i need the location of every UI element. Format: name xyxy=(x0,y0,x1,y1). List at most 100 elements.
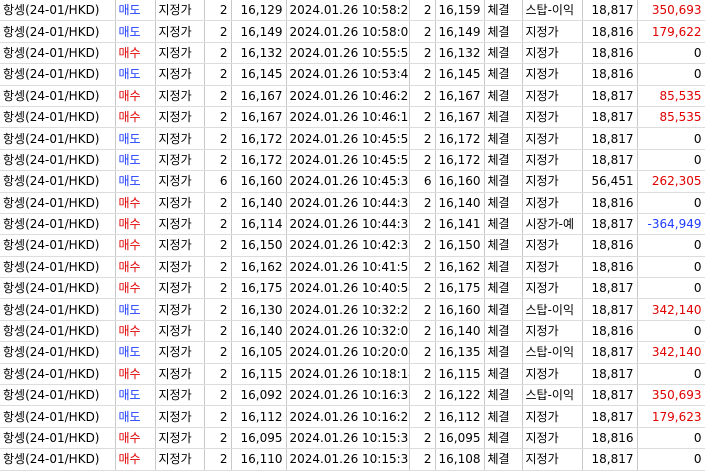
fill-price-cell: 16,160 xyxy=(435,170,485,193)
instrument-cell: 항셍(24-01/HKD) xyxy=(0,234,116,257)
profit-loss-cell: 342,140 xyxy=(637,298,705,321)
margin-cell: 18,817 xyxy=(582,106,638,129)
margin-cell: 18,817 xyxy=(582,277,638,300)
table-row[interactable]: 항셍(24-01/HKD) 매수 지정가 2 16,175 2024.01.26 10:4… xyxy=(0,277,705,300)
table-row[interactable]: 항셍(24-01/HKD) 매도 지정가 2 16,130 2024.01.26 10:3… xyxy=(0,298,705,321)
profit-loss-cell: 0 xyxy=(637,192,705,214)
table-row[interactable]: 항셍(24-01/HKD) 매도 지정가 2 16,129 2024.01.26 10:5… xyxy=(0,0,705,22)
order-price-cell: 16,092 xyxy=(231,384,287,407)
table-row[interactable]: 항셍(24-01/HKD) 매수 지정가 2 16,095 2024.01.26 10:1… xyxy=(0,427,705,450)
order-time-cell: 2024.01.26 10:42:32 xyxy=(286,234,410,257)
order-time-cell: 2024.01.26 10:15:35 xyxy=(286,448,410,471)
condition-cell: 스탑-이익 xyxy=(522,298,583,321)
order-time-cell: 2024.01.26 10:18:14 xyxy=(286,363,410,386)
side-cell: 매수 xyxy=(115,427,156,450)
order-qty-cell: 6 xyxy=(204,170,232,193)
table-row[interactable]: 항셍(24-01/HKD) 매도 지정가 2 16,172 2024.01.26 10:4… xyxy=(0,127,705,150)
condition-cell: 지정가 xyxy=(522,63,583,86)
table-row[interactable]: 항셍(24-01/HKD) 매수 지정가 2 16,150 2024.01.26 10:4… xyxy=(0,234,705,257)
table-row[interactable]: 항셍(24-01/HKD) 매도 지정가 2 16,172 2024.01.26 10:4… xyxy=(0,149,705,172)
order-type-cell: 지정가 xyxy=(155,63,205,86)
side-cell: 매도 xyxy=(115,298,156,321)
table-row[interactable]: 항셍(24-01/HKD) 매수 지정가 2 16,132 2024.01.26 10:5… xyxy=(0,42,705,65)
table-row[interactable]: 항셍(24-01/HKD) 매수 지정가 2 16,115 2024.01.26 10:1… xyxy=(0,363,705,386)
order-time-cell: 2024.01.26 10:32:27 xyxy=(286,298,410,321)
order-type-cell: 지정가 xyxy=(155,192,205,214)
fill-qty-cell: 2 xyxy=(409,448,436,471)
instrument-cell: 항셍(24-01/HKD) xyxy=(0,20,116,43)
profit-loss-cell: -364,949 xyxy=(637,213,705,236)
table-row[interactable]: 항셍(24-01/HKD) 매도 지정가 2 16,149 2024.01.26 10:5… xyxy=(0,20,705,43)
table-row[interactable]: 항셍(24-01/HKD) 매도 지정가 2 16,112 2024.01.26 10:1… xyxy=(0,405,705,428)
table-row[interactable]: 항셍(24-01/HKD) 매도 지정가 2 16,105 2024.01.26 10:2… xyxy=(0,341,705,364)
status-cell: 체결 xyxy=(484,63,523,86)
order-qty-cell: 2 xyxy=(204,427,232,450)
order-qty-cell: 2 xyxy=(204,256,232,279)
order-time-cell: 2024.01.26 10:44:37 xyxy=(286,213,410,236)
margin-cell: 56,451 xyxy=(582,170,638,193)
order-qty-cell: 2 xyxy=(204,405,232,428)
order-qty-cell: 2 xyxy=(204,149,232,172)
instrument-cell: 항셍(24-01/HKD) xyxy=(0,63,116,86)
side-cell: 매수 xyxy=(115,192,156,214)
order-time-cell: 2024.01.26 10:16:35 xyxy=(286,384,410,407)
trade-history-table: 항셍(24-01/HKD) 매도 지정가 2 16,129 2024.01.26 10:5… xyxy=(0,0,705,471)
fill-qty-cell: 2 xyxy=(409,42,436,65)
order-qty-cell: 2 xyxy=(204,0,232,22)
condition-cell: 지정가 xyxy=(522,320,583,343)
fill-qty-cell: 2 xyxy=(409,149,436,172)
condition-cell: 지정가 xyxy=(522,85,583,107)
instrument-cell: 항셍(24-01/HKD) xyxy=(0,256,116,279)
status-cell: 체결 xyxy=(484,20,523,43)
condition-cell: 지정가 xyxy=(522,256,583,279)
status-cell: 체결 xyxy=(484,213,523,236)
profit-loss-cell: 179,622 xyxy=(637,20,705,43)
profit-loss-cell: 350,693 xyxy=(637,0,705,22)
order-time-cell: 2024.01.26 10:45:50 xyxy=(286,127,410,150)
order-time-cell: 2024.01.26 10:46:21 xyxy=(286,85,410,107)
fill-qty-cell: 2 xyxy=(409,0,436,22)
table-row[interactable]: 항셍(24-01/HKD) 매수 지정가 2 16,140 2024.01.26 10:4… xyxy=(0,192,705,214)
table-row[interactable]: 항셍(24-01/HKD) 매수 지정가 2 16,162 2024.01.26 10:4… xyxy=(0,256,705,279)
side-cell: 매수 xyxy=(115,277,156,300)
table-row[interactable]: 항셍(24-01/HKD) 매도 지정가 2 16,092 2024.01.26 10:1… xyxy=(0,384,705,407)
order-price-cell: 16,110 xyxy=(231,448,287,471)
table-row[interactable]: 항셍(24-01/HKD) 매수 지정가 2 16,140 2024.01.26 10:3… xyxy=(0,320,705,343)
table-row[interactable]: 항셍(24-01/HKD) 매도 지정가 2 16,145 2024.01.26 10:5… xyxy=(0,63,705,86)
instrument-cell: 항셍(24-01/HKD) xyxy=(0,448,116,471)
side-cell: 매수 xyxy=(115,363,156,386)
table-row[interactable]: 항셍(24-01/HKD) 매수 지정가 2 16,167 2024.01.26 10:4… xyxy=(0,85,705,107)
condition-cell: 지정가 xyxy=(522,448,583,471)
fill-qty-cell: 2 xyxy=(409,320,436,343)
order-qty-cell: 2 xyxy=(204,341,232,364)
order-qty-cell: 2 xyxy=(204,127,232,150)
table-row[interactable]: 항셍(24-01/HKD) 매수 지정가 2 16,114 2024.01.26 10:4… xyxy=(0,213,705,236)
instrument-cell: 항셍(24-01/HKD) xyxy=(0,363,116,386)
side-cell: 매도 xyxy=(115,405,156,428)
fill-price-cell: 16,149 xyxy=(435,20,485,43)
order-time-cell: 2024.01.26 10:15:39 xyxy=(286,427,410,450)
order-type-cell: 지정가 xyxy=(155,106,205,129)
side-cell: 매수 xyxy=(115,213,156,236)
fill-price-cell: 16,167 xyxy=(435,85,485,107)
status-cell: 체결 xyxy=(484,0,523,22)
table-row[interactable]: 항셍(24-01/HKD) 매수 지정가 2 16,110 2024.01.26 10:1… xyxy=(0,448,705,471)
table-row[interactable]: 항셍(24-01/HKD) 매수 지정가 2 16,167 2024.01.26 10:4… xyxy=(0,106,705,129)
status-cell: 체결 xyxy=(484,192,523,214)
fill-qty-cell: 2 xyxy=(409,277,436,300)
fill-qty-cell: 2 xyxy=(409,341,436,364)
order-qty-cell: 2 xyxy=(204,85,232,107)
instrument-cell: 항셍(24-01/HKD) xyxy=(0,427,116,450)
fill-price-cell: 16,159 xyxy=(435,0,485,22)
side-cell: 매도 xyxy=(115,127,156,150)
profit-loss-cell: 350,693 xyxy=(637,384,705,407)
table-row[interactable]: 항셍(24-01/HKD) 매도 지정가 6 16,160 2024.01.26 10:4… xyxy=(0,170,705,193)
fill-price-cell: 16,175 xyxy=(435,277,485,300)
status-cell: 체결 xyxy=(484,42,523,65)
condition-cell: 스탑-이익 xyxy=(522,384,583,407)
order-time-cell: 2024.01.26 10:16:28 xyxy=(286,405,410,428)
margin-cell: 18,817 xyxy=(582,298,638,321)
status-cell: 체결 xyxy=(484,427,523,450)
profit-loss-cell: 85,535 xyxy=(637,85,705,107)
status-cell: 체결 xyxy=(484,256,523,279)
